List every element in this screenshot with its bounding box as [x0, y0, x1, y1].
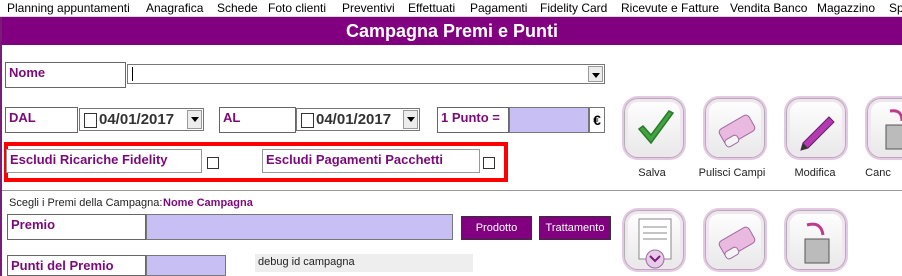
- prodotto-button[interactable]: Prodotto: [461, 216, 532, 240]
- text-cursor: [132, 67, 133, 81]
- menu-effettuati[interactable]: Effettuati: [408, 1, 455, 15]
- punto-value-field[interactable]: [509, 107, 589, 133]
- al-checkbox[interactable]: [301, 113, 314, 128]
- menu-vendita-banco[interactable]: Vendita Banco: [730, 1, 807, 15]
- pencil-icon: [800, 116, 835, 151]
- menu-bar: Planning appuntamenti Anagrafica Schede …: [0, 0, 902, 17]
- page-title: Campagna Premi e Punti: [2, 17, 902, 45]
- menu-planning[interactable]: Planning appuntamenti: [7, 1, 130, 15]
- chevron-down-icon[interactable]: [187, 110, 202, 129]
- al-date-picker[interactable]: 04/01/2017: [296, 108, 420, 131]
- eraser-icon: [718, 114, 756, 148]
- section-divider: [2, 190, 902, 191]
- trash-icon: [804, 222, 830, 264]
- dal-label: DAL: [5, 107, 78, 133]
- al-label: AL: [219, 107, 296, 133]
- debug-label: debug id campagna: [255, 254, 473, 272]
- edit-caption: Modifica: [794, 167, 836, 179]
- premio-field[interactable]: [146, 214, 453, 240]
- clear-premio-button[interactable]: [705, 210, 765, 270]
- save-button[interactable]: [624, 98, 684, 158]
- menu-preventivi[interactable]: Preventivi: [342, 1, 395, 15]
- escludi-pacchetti-checkbox[interactable]: [483, 157, 495, 169]
- eraser-icon: [718, 226, 756, 260]
- escludi-fidelity-checkbox[interactable]: [207, 157, 219, 169]
- menu-fidelity-card[interactable]: Fidelity Card: [540, 1, 607, 15]
- menu-pagamenti[interactable]: Pagamenti: [470, 1, 527, 15]
- dal-date-value: 04/01/2017: [99, 111, 175, 128]
- list-button[interactable]: [624, 210, 684, 270]
- list-down-icon: [638, 218, 672, 269]
- trattamento-button[interactable]: Trattamento: [539, 216, 611, 240]
- punto-label: 1 Punto =: [437, 107, 509, 133]
- nome-combo[interactable]: [127, 64, 605, 84]
- nome-label: Nome: [5, 62, 126, 88]
- trash-icon: [885, 109, 902, 150]
- punti-premio-label: Punti del Premio: [7, 255, 146, 276]
- menu-anagrafica[interactable]: Anagrafica: [146, 1, 203, 15]
- chevron-down-icon[interactable]: [588, 66, 603, 82]
- menu-more[interactable]: Sp: [889, 1, 902, 15]
- premi-caption: Scegli i Premi della Campagna:: [9, 197, 163, 209]
- menu-magazzino[interactable]: Magazzino: [817, 1, 875, 15]
- currency-symbol: €: [589, 107, 605, 133]
- delete-caption: Canc: [865, 167, 891, 179]
- save-caption: Salva: [638, 167, 666, 179]
- chevron-down-icon[interactable]: [403, 110, 418, 129]
- menu-ricevute[interactable]: Ricevute e Fatture: [621, 1, 719, 15]
- punti-premio-field[interactable]: [146, 255, 226, 276]
- premio-label: Premio: [7, 214, 146, 240]
- clear-fields-button[interactable]: [705, 98, 765, 158]
- edit-button[interactable]: [786, 98, 846, 158]
- menu-foto-clienti[interactable]: Foto clienti: [268, 1, 326, 15]
- delete-button[interactable]: [867, 98, 902, 158]
- al-date-value: 04/01/2017: [316, 111, 392, 128]
- menu-schede[interactable]: Schede: [217, 1, 258, 15]
- escludi-fidelity-label: Escludi Ricariche Fidelity: [6, 149, 202, 173]
- delete-premio-button[interactable]: [786, 210, 846, 270]
- escludi-pacchetti-label: Escludi Pagamenti Pacchetti: [262, 149, 480, 173]
- dal-checkbox[interactable]: [84, 113, 97, 128]
- dal-date-picker[interactable]: 04/01/2017: [79, 108, 204, 131]
- campagna-name: Nome Campagna: [163, 197, 253, 209]
- checkmark-icon: [637, 110, 675, 145]
- clear-fields-caption: Pulisci Campi: [698, 167, 766, 179]
